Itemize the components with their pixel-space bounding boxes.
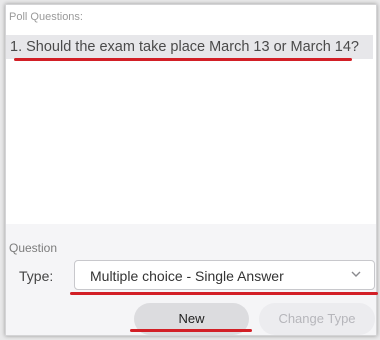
change-type-button[interactable]: Change Type	[259, 303, 375, 335]
poll-panel: Poll Questions: 1. Should the exam take …	[5, 4, 378, 336]
poll-question-text: 1. Should the exam take place March 13 o…	[10, 39, 359, 55]
annotation-underline-new	[130, 329, 252, 332]
poll-question-item[interactable]: 1. Should the exam take place March 13 o…	[6, 35, 373, 59]
annotation-underline-question	[14, 58, 352, 61]
question-type-select[interactable]: Multiple choice - Single Answer	[74, 260, 375, 290]
annotation-underline-type	[70, 292, 378, 295]
type-label: Type:	[19, 268, 54, 284]
question-type-value: Multiple choice - Single Answer	[90, 268, 284, 284]
chevron-down-icon	[351, 271, 361, 277]
question-section-label: Question	[9, 241, 58, 255]
poll-questions-header: Poll Questions:	[9, 11, 83, 23]
